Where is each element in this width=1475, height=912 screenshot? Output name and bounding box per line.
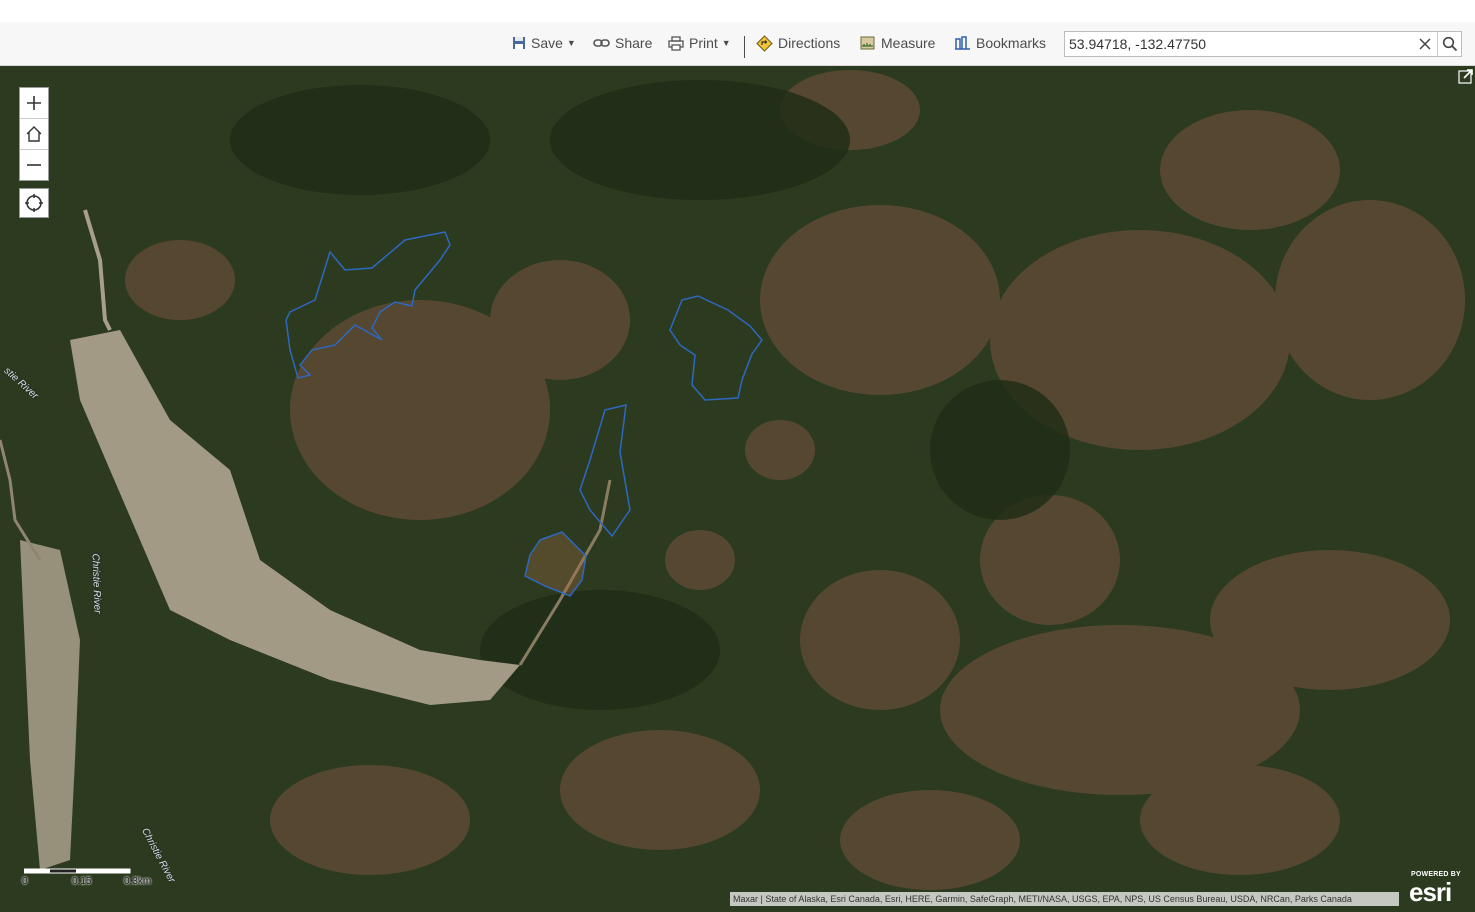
home-button[interactable] <box>20 119 48 150</box>
chevron-down-icon: ▼ <box>566 38 576 48</box>
print-button[interactable]: Print ▼ <box>668 33 731 53</box>
directions-label: Directions <box>778 35 841 51</box>
river-label: Christie River <box>89 553 103 614</box>
expand-icon[interactable] <box>1458 68 1474 84</box>
save-label: Save <box>531 35 563 51</box>
share-label: Share <box>615 35 653 51</box>
clear-icon[interactable] <box>1417 36 1433 52</box>
share-icon <box>593 39 610 47</box>
search-box <box>1064 31 1462 57</box>
locate-button[interactable] <box>19 188 49 218</box>
print-icon <box>668 35 684 51</box>
chevron-down-icon: ▼ <box>721 38 731 48</box>
measure-label: Measure <box>881 35 936 51</box>
satellite-imagery <box>0 66 1475 912</box>
measure-icon <box>860 36 875 50</box>
search-button[interactable] <box>1437 32 1462 56</box>
zoom-out-button[interactable] <box>20 150 48 180</box>
top-header-strip <box>0 0 1475 22</box>
locate-icon <box>25 194 43 212</box>
map-attribution[interactable]: Maxar | State of Alaska, Esri Canada, Es… <box>730 892 1399 906</box>
toolbar: Save ▼ Share Print ▼ Directions Measure … <box>0 22 1475 66</box>
esri-logo-text: esri <box>1409 877 1452 907</box>
save-button[interactable]: Save ▼ <box>512 33 576 53</box>
directions-button[interactable]: Directions <box>756 33 840 53</box>
zoom-in-icon <box>27 96 41 110</box>
directions-icon <box>756 34 773 52</box>
zoom-in-button[interactable] <box>20 88 48 119</box>
bookmarks-icon <box>955 36 970 50</box>
esri-logo[interactable]: POWERED BY esri <box>1408 870 1470 908</box>
scale-label: 0.15 <box>72 876 92 887</box>
measure-button[interactable]: Measure <box>859 33 935 53</box>
share-button[interactable]: Share <box>593 33 652 53</box>
bookmarks-label: Bookmarks <box>976 35 1047 51</box>
toolbar-divider <box>744 36 745 58</box>
zoom-control <box>19 87 49 181</box>
zoom-out-icon <box>27 164 41 166</box>
scale-label: 0.3km <box>124 876 152 887</box>
save-icon <box>513 37 525 49</box>
home-icon <box>26 126 42 142</box>
scale-bar <box>24 868 131 874</box>
bookmarks-button[interactable]: Bookmarks <box>954 33 1046 53</box>
search-icon <box>1442 36 1458 52</box>
scale-label: 0 <box>22 876 28 887</box>
search-input[interactable] <box>1065 32 1409 56</box>
map-view[interactable]: stie River Christie River Christie River <box>0 66 1475 912</box>
print-label: Print <box>689 35 718 51</box>
